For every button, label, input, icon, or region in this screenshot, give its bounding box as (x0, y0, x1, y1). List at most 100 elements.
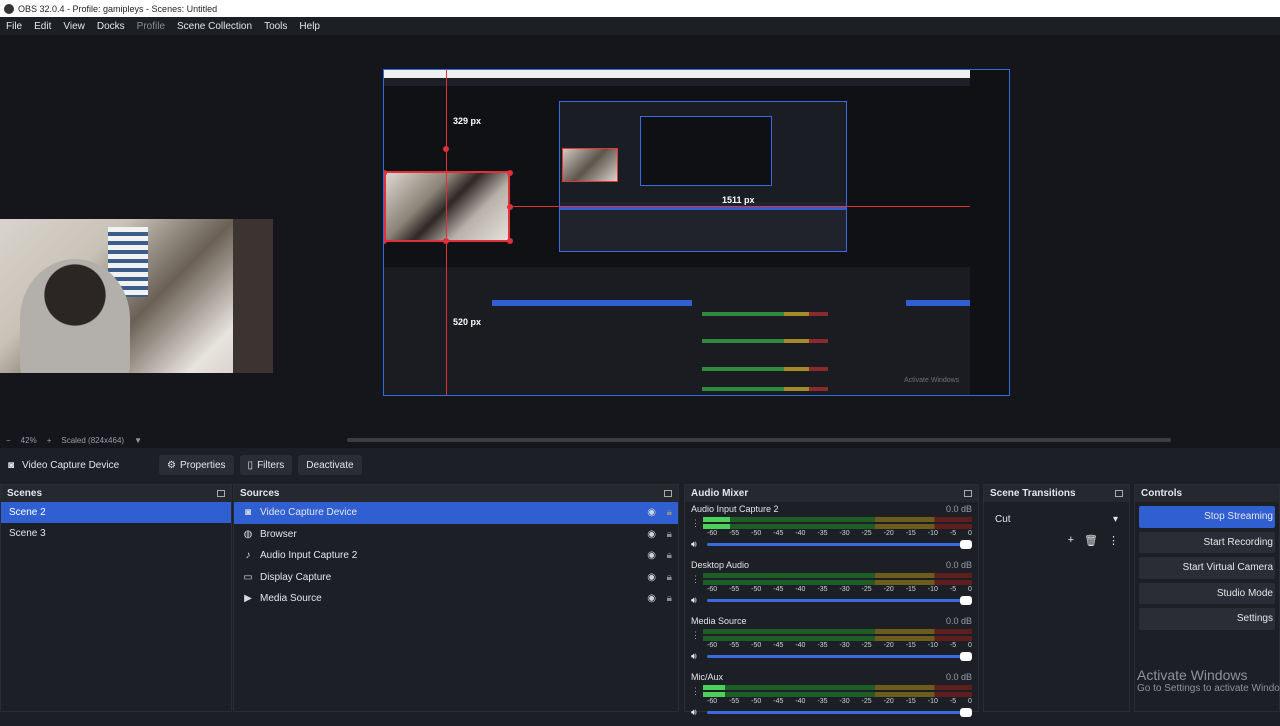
mixer-channel: Mic/Aux 0.0 dB ⋮ -60 -55 -50 -45 -40 -35 -30 -25 -2… (685, 670, 978, 726)
selected-video-source[interactable] (384, 171, 510, 242)
lock-icon[interactable]: 🔒︎ (667, 507, 672, 518)
scale-tick: -10 (927, 642, 938, 649)
menu-edit[interactable]: Edit (34, 21, 51, 32)
zoom-out-icon[interactable]: − (6, 436, 11, 445)
scale-tick: -20 (883, 530, 894, 537)
transition-select[interactable]: Cut ▾ (990, 510, 1123, 528)
top-handle[interactable] (443, 146, 449, 152)
eye-icon[interactable]: ◉ (647, 572, 656, 583)
volume-slider[interactable] (707, 708, 972, 717)
volume-slider[interactable] (707, 652, 972, 661)
scene-transitions-dock: Scene Transitions Cut ▾ + 🗑︎ ⋮ (983, 484, 1130, 712)
more-icon[interactable]: ⋮ (691, 686, 700, 697)
add-icon[interactable]: + (1068, 534, 1074, 547)
volume-slider[interactable] (707, 540, 972, 549)
scale-tick: -55 (729, 530, 740, 537)
source-name: Media Source (260, 593, 322, 605)
menu-scene-collection[interactable]: Scene Collection (177, 21, 252, 32)
undock-icon[interactable] (217, 490, 225, 497)
microphone-icon: ♪ (245, 550, 251, 562)
speaker-icon[interactable]: 🔊︎ (691, 651, 701, 662)
properties-button[interactable]: ⚙ Properties (159, 455, 234, 475)
preview-canvas[interactable]: 329 px 1511 px 520 px Activate Windows (383, 69, 1010, 396)
eye-icon[interactable]: ◉ (647, 507, 656, 518)
side-handle[interactable] (507, 204, 513, 210)
more-icon[interactable]: ⋮ (1108, 534, 1119, 547)
transition-value: Cut (995, 513, 1011, 525)
scale-tick: -5 (949, 698, 957, 705)
filters-button[interactable]: ▯ Filters (239, 455, 293, 475)
volume-knob[interactable] (960, 652, 972, 661)
volume-meter (703, 517, 972, 530)
volume-row: 🔊︎ (691, 595, 972, 606)
stop-streaming-button[interactable]: Stop Streaming (1139, 506, 1275, 528)
volume-row: 🔊︎ (691, 539, 972, 550)
trash-icon[interactable]: 🗑︎ (1084, 534, 1098, 547)
start-virtual-camera-button[interactable]: Start Virtual Camera (1139, 557, 1275, 579)
source-item[interactable]: ◙ Video Capture Device ◉ 🔒︎ (234, 502, 678, 524)
start-recording-button[interactable]: Start Recording (1139, 531, 1275, 553)
undock-icon[interactable] (964, 490, 972, 497)
speaker-icon[interactable]: 🔊︎ (691, 707, 701, 718)
channel-name: Mic/Aux (691, 672, 724, 682)
nested-webcam (562, 148, 618, 182)
more-icon[interactable]: ⋮ (691, 574, 700, 585)
scale-tick: -15 (905, 586, 916, 593)
scene-item[interactable]: Scene 3 (1, 523, 231, 544)
meter-bar (703, 685, 972, 690)
source-item[interactable]: ♪ Audio Input Capture 2 ◉ 🔒︎ (234, 545, 678, 567)
scale-tick: 0 (968, 586, 972, 593)
scale-tick: -35 (817, 698, 828, 705)
corner-handle[interactable] (507, 170, 513, 176)
menu-file[interactable]: File (6, 21, 22, 32)
eye-icon[interactable]: ◉ (647, 529, 656, 540)
scale-tick: -35 (817, 586, 828, 593)
deactivate-button[interactable]: Deactivate (298, 455, 362, 475)
preview-scrollbar[interactable] (347, 438, 1171, 442)
menu-profile[interactable]: Profile (137, 21, 165, 32)
source-item[interactable]: ▶ Media Source ◉ 🔒︎ (234, 588, 678, 610)
volume-row: 🔊︎ (691, 651, 972, 662)
studio-mode-button[interactable]: Studio Mode (1139, 582, 1275, 604)
speaker-icon[interactable]: 🔊︎ (691, 539, 701, 550)
menu-docks[interactable]: Docks (97, 21, 125, 32)
volume-slider[interactable] (707, 596, 972, 605)
more-icon[interactable]: ⋮ (691, 630, 700, 641)
source-item[interactable]: ◍ Browser ◉ 🔒︎ (234, 524, 678, 546)
chevron-down-icon[interactable]: ▼ (134, 436, 142, 445)
source-item[interactable]: ▭ Display Capture ◉ 🔒︎ (234, 567, 678, 589)
zoom-in-icon[interactable]: + (47, 436, 52, 445)
speaker-icon[interactable]: 🔊︎ (691, 595, 701, 606)
lock-icon[interactable]: 🔒︎ (667, 572, 672, 583)
undock-icon[interactable] (664, 490, 672, 497)
more-icon[interactable]: ⋮ (691, 518, 700, 529)
menu-tools[interactable]: Tools (264, 21, 287, 32)
lock-icon[interactable]: 🔒︎ (667, 529, 672, 540)
meter-row: ⋮ (691, 573, 972, 586)
lock-icon[interactable]: 🔒︎ (667, 593, 672, 604)
volume-knob[interactable] (960, 596, 972, 605)
menu-help[interactable]: Help (299, 21, 320, 32)
scale-tick: -45 (773, 586, 784, 593)
menu-view[interactable]: View (63, 21, 85, 32)
nested-preview (559, 101, 847, 252)
volume-row: 🔊︎ (691, 707, 972, 718)
volume-knob[interactable] (960, 708, 972, 717)
channel-db: 0.0 dB (945, 672, 972, 682)
settings-button[interactable]: Settings (1139, 608, 1275, 630)
eye-icon[interactable]: ◉ (647, 593, 656, 604)
scene-item[interactable]: Scene 2 (1, 502, 231, 523)
vertical-guide-line (446, 70, 447, 395)
corner-handle[interactable] (507, 238, 513, 244)
channel-header: Audio Input Capture 2 0.0 dB (691, 504, 972, 514)
lock-icon[interactable]: 🔒︎ (667, 550, 672, 561)
scale-tick: -40 (795, 698, 806, 705)
undock-icon[interactable] (1115, 490, 1123, 497)
scale-tick: -40 (795, 642, 806, 649)
scale-tick: -50 (751, 698, 762, 705)
bottom-handle[interactable] (443, 238, 449, 244)
nested-meter (702, 312, 828, 316)
eye-icon[interactable]: ◉ (647, 550, 656, 561)
corner-handle[interactable] (384, 238, 387, 244)
volume-knob[interactable] (960, 540, 972, 549)
